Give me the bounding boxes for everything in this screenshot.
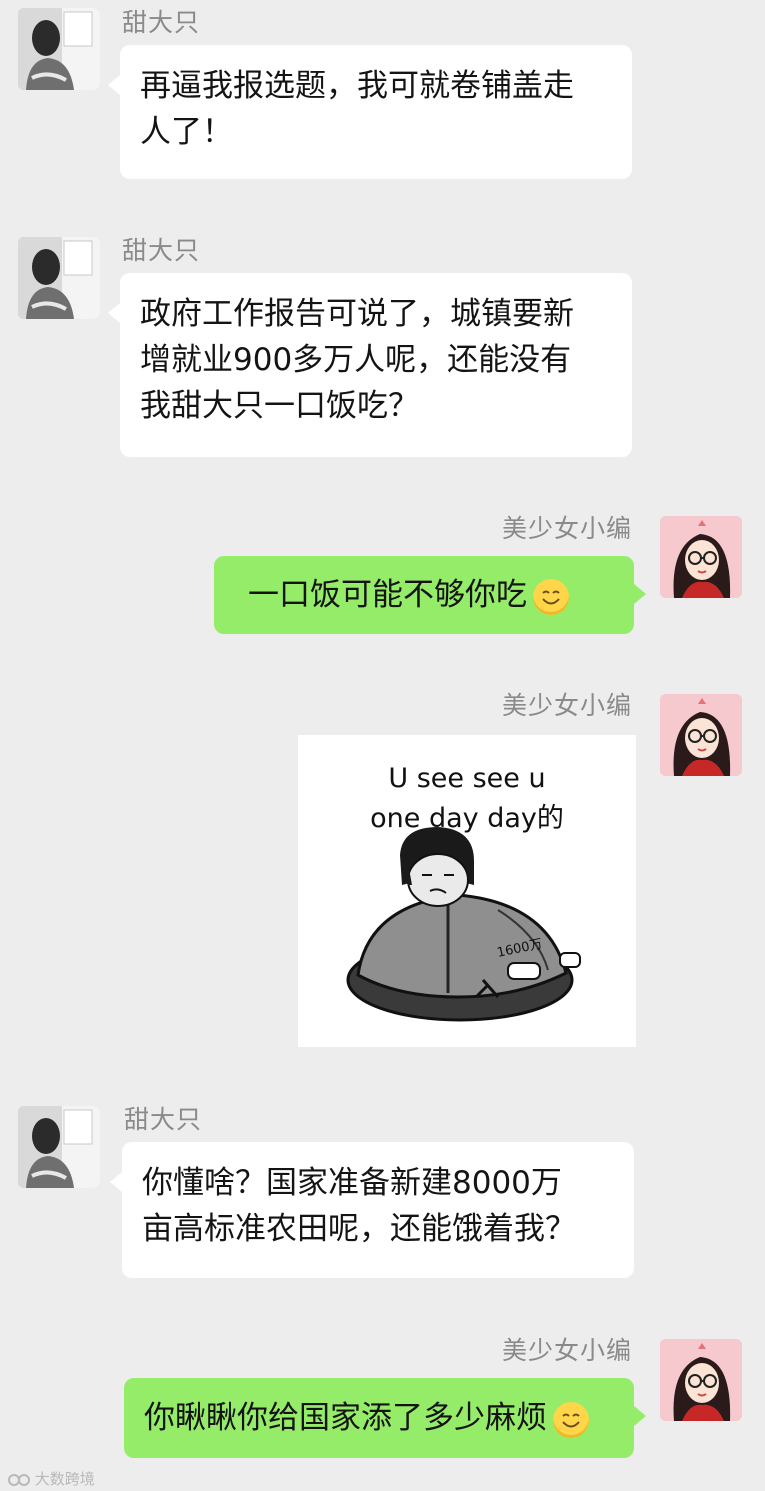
girl-avatar-icon (660, 1339, 742, 1421)
message-line: 一口饭可能不够你吃 (248, 577, 527, 613)
watermark-logo-icon (8, 1473, 30, 1486)
avatar-tiandazhi[interactable] (18, 237, 100, 319)
smile-emoji-icon (533, 578, 569, 615)
message-line: 我甜大只一口饭吃？ (140, 388, 419, 424)
person-avatar-icon (18, 1106, 100, 1188)
avatar-tiandazhi[interactable] (18, 1106, 100, 1188)
message-line: 政府工作报告可说了，城镇要新 (140, 296, 574, 332)
message-line: 再逼我报选题，我可就卷铺盖走 (140, 68, 574, 104)
watermark-text: 大数跨境 (34, 1470, 95, 1488)
sender-name: 美少女小编 (502, 691, 633, 720)
girl-avatar-icon (660, 516, 742, 598)
sticker-image[interactable]: U see see u one day day的 1600万 (298, 735, 636, 1047)
sender-name: 甜大只 (124, 1105, 203, 1134)
message-line: 你瞅瞅你给国家添了多少麻烦 (144, 1400, 547, 1436)
message-bubble[interactable]: 一口饭可能不够你吃 (214, 556, 646, 634)
girl-avatar-icon (660, 694, 742, 776)
sender-name: 甜大只 (122, 8, 201, 37)
message-bubble[interactable]: 你瞅瞅你给国家添了多少麻烦 (124, 1378, 646, 1458)
person-avatar-icon (18, 8, 100, 90)
message-line: 你懂啥？国家准备新建8000万 (142, 1165, 562, 1201)
avatar-meishaonv[interactable] (660, 694, 742, 776)
smile-emoji-icon (553, 1401, 589, 1438)
person-avatar-icon (18, 237, 100, 319)
message-line: 增就业900多万人呢，还能没有 (140, 342, 572, 378)
avatar-meishaonv[interactable] (660, 516, 742, 598)
watermark: 大数跨境 (8, 1468, 95, 1489)
message-line: 人了！ (140, 114, 233, 150)
avatar-meishaonv[interactable] (660, 1339, 742, 1421)
message-bubble[interactable]: 你懂啥？国家准备新建8000万 亩高标准农田呢，还能饿着我？ (110, 1142, 634, 1278)
sender-name: 甜大只 (122, 236, 201, 265)
sender-name: 美少女小编 (502, 514, 633, 543)
avatar-tiandazhi[interactable] (18, 8, 100, 90)
message-bubble[interactable]: 政府工作报告可说了，城镇要新 增就业900多万人呢，还能没有 我甜大只一口饭吃？ (108, 273, 632, 457)
message-line: 亩高标准农田呢，还能饿着我？ (142, 1211, 576, 1247)
sender-name: 美少女小编 (502, 1336, 633, 1365)
meme-character-icon: 1600万 (346, 827, 581, 1022)
message-bubble[interactable]: 再逼我报选题，我可就卷铺盖走 人了！ (108, 45, 632, 179)
